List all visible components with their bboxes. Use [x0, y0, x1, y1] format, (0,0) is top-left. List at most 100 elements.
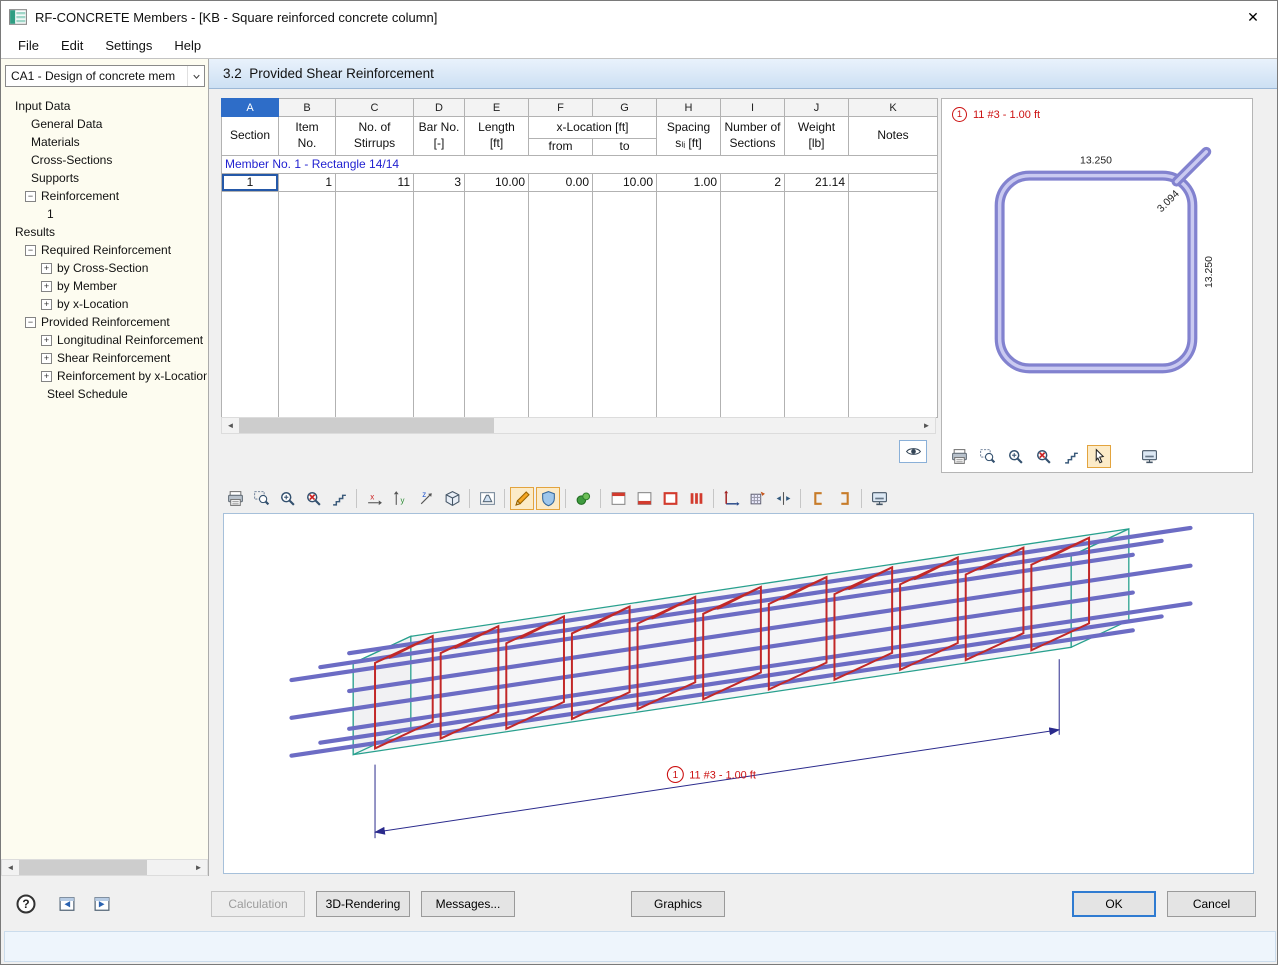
scrollbar-thumb[interactable]	[19, 860, 147, 875]
isometric-icon[interactable]	[440, 487, 464, 510]
column-letter-c[interactable]: C	[335, 98, 414, 117]
chevron-down-icon[interactable]	[187, 66, 204, 86]
design-case-selector[interactable]: CA1 - Design of concrete mem	[5, 65, 205, 87]
3d-rendering-button[interactable]: 3D-Rendering	[316, 891, 410, 917]
zoom-in-icon[interactable]	[1003, 445, 1027, 468]
cell-f[interactable]: 0.00	[528, 172, 593, 192]
column-letter-h[interactable]: H	[656, 98, 721, 117]
tree-item-reinforcement[interactable]: − Reinforcement	[1, 187, 207, 205]
member-group-row[interactable]: Member No. 1 - Rectangle 14/14	[221, 154, 938, 174]
pointer-icon[interactable]	[1087, 444, 1111, 468]
zoom-window-icon[interactable]	[975, 445, 999, 468]
move-z-icon[interactable]: z	[414, 487, 438, 510]
sidebar-horizontal-scrollbar[interactable]: ◄ ►	[1, 859, 208, 876]
tree-item-supports[interactable]: Supports	[1, 169, 207, 187]
beam-3d-canvas[interactable]: 1 11 #3 - 1.00 ft	[224, 514, 1253, 873]
transparency-icon[interactable]	[536, 487, 560, 510]
display-options-icon[interactable]	[867, 487, 891, 510]
cell-a[interactable]: 1	[221, 172, 279, 192]
tree-item-1[interactable]: 1	[1, 205, 207, 223]
dock-window-right-icon[interactable]	[88, 891, 115, 917]
zoom-cancel-icon[interactable]	[301, 487, 325, 510]
tree-item-by-x-location[interactable]: + by x-Location	[1, 295, 207, 313]
column-letter-i[interactable]: I	[720, 98, 785, 117]
cell-j[interactable]: 21.14	[784, 172, 849, 192]
render-mode-icon[interactable]	[510, 487, 534, 510]
expand-icon[interactable]: +	[41, 298, 52, 310]
cell-d[interactable]: 3	[413, 172, 465, 192]
tree-item-materials[interactable]: Materials	[1, 133, 207, 151]
column-letter-e[interactable]: E	[464, 98, 529, 117]
compress-icon[interactable]	[771, 487, 795, 510]
column-letter-g[interactable]: G	[592, 98, 657, 117]
cell-k[interactable]	[848, 172, 938, 192]
table-horizontal-scrollbar[interactable]: ◄ ►	[221, 417, 936, 434]
cell-g[interactable]: 10.00	[592, 172, 657, 192]
ok-button[interactable]: OK	[1072, 891, 1156, 917]
scrollbar-track[interactable]	[19, 860, 190, 875]
scrollbar-thumb[interactable]	[239, 418, 494, 433]
eye-icon[interactable]	[899, 440, 927, 463]
help-icon[interactable]: ?	[12, 891, 39, 917]
messages-button[interactable]: Messages...	[421, 891, 515, 917]
tree-item-provided-reinforcement[interactable]: − Provided Reinforcement	[1, 313, 207, 331]
menu-file[interactable]: File	[7, 33, 50, 58]
move-x-icon[interactable]: x	[362, 487, 386, 510]
menu-settings[interactable]: Settings	[94, 33, 163, 58]
view-frame-icon[interactable]	[658, 487, 682, 510]
tree-item-by-member[interactable]: + by Member	[1, 277, 207, 295]
tree-item-steel-schedule[interactable]: Steel Schedule	[1, 385, 207, 403]
close-icon[interactable]: ✕	[1237, 4, 1269, 30]
view-bottom-icon[interactable]	[632, 487, 656, 510]
cell-e[interactable]: 10.00	[464, 172, 529, 192]
collapse-icon[interactable]: −	[25, 190, 36, 202]
materials-icon[interactable]	[571, 487, 595, 510]
column-letter-d[interactable]: D	[413, 98, 465, 117]
column-letter-j[interactable]: J	[784, 98, 849, 117]
collapse-icon[interactable]: −	[25, 316, 36, 328]
tree-item-by-cross-section[interactable]: + by Cross-Section	[1, 259, 207, 277]
column-letter-a[interactable]: A	[221, 98, 279, 117]
tree-item-shear-reinforcement[interactable]: + Shear Reinforcement	[1, 349, 207, 367]
print-icon[interactable]	[223, 487, 247, 510]
expand-icon[interactable]: +	[41, 262, 52, 274]
scroll-left-icon[interactable]: ◄	[2, 860, 19, 875]
tree-item-required-reinforcement[interactable]: − Required Reinforcement	[1, 241, 207, 259]
print-icon[interactable]	[947, 445, 971, 468]
collapse-icon[interactable]: −	[25, 244, 36, 256]
axes-icon[interactable]	[719, 487, 743, 510]
view-columns-icon[interactable]	[684, 487, 708, 510]
expand-icon[interactable]: +	[41, 352, 52, 364]
scroll-right-icon[interactable]: ►	[190, 860, 207, 875]
projection-icon[interactable]	[475, 487, 499, 510]
view-top-icon[interactable]	[606, 487, 630, 510]
clip-end-icon[interactable]	[832, 487, 856, 510]
tree-item-cross-sections[interactable]: Cross-Sections	[1, 151, 207, 169]
scroll-left-icon[interactable]: ◄	[222, 418, 239, 433]
move-y-icon[interactable]: y	[388, 487, 412, 510]
expand-icon[interactable]: +	[41, 280, 52, 292]
menu-edit[interactable]: Edit	[50, 33, 94, 58]
column-letter-b[interactable]: B	[278, 98, 336, 117]
display-options-icon[interactable]	[1137, 445, 1161, 468]
scrollbar-track[interactable]	[239, 418, 918, 433]
scroll-right-icon[interactable]: ►	[918, 418, 935, 433]
cell-i[interactable]: 2	[720, 172, 785, 192]
cell-b[interactable]: 1	[278, 172, 336, 192]
steps-icon[interactable]	[1059, 445, 1083, 468]
tree-item-general-data[interactable]: General Data	[1, 115, 207, 133]
results-table[interactable]: A B C D E F G H I J K Section Item No. No. of Stirrups B…	[221, 98, 938, 418]
tree-item-input-data[interactable]: Input Data	[1, 97, 207, 115]
section-grid-icon[interactable]	[745, 487, 769, 510]
expand-icon[interactable]: +	[41, 370, 52, 382]
clip-start-icon[interactable]	[806, 487, 830, 510]
dock-window-left-icon[interactable]	[53, 891, 80, 917]
tree-item-longitudinal-reinforcement[interactable]: + Longitudinal Reinforcement	[1, 331, 207, 349]
column-letter-k[interactable]: K	[848, 98, 938, 117]
column-letter-f[interactable]: F	[528, 98, 593, 117]
steps-icon[interactable]	[327, 487, 351, 510]
tree-item-reinforcement-by-x-location[interactable]: + Reinforcement by x-Location	[1, 367, 207, 385]
expand-icon[interactable]: +	[41, 334, 52, 346]
zoom-in-icon[interactable]	[275, 487, 299, 510]
cross-section-view[interactable]: 13.250 13.250 3.094	[942, 111, 1252, 441]
